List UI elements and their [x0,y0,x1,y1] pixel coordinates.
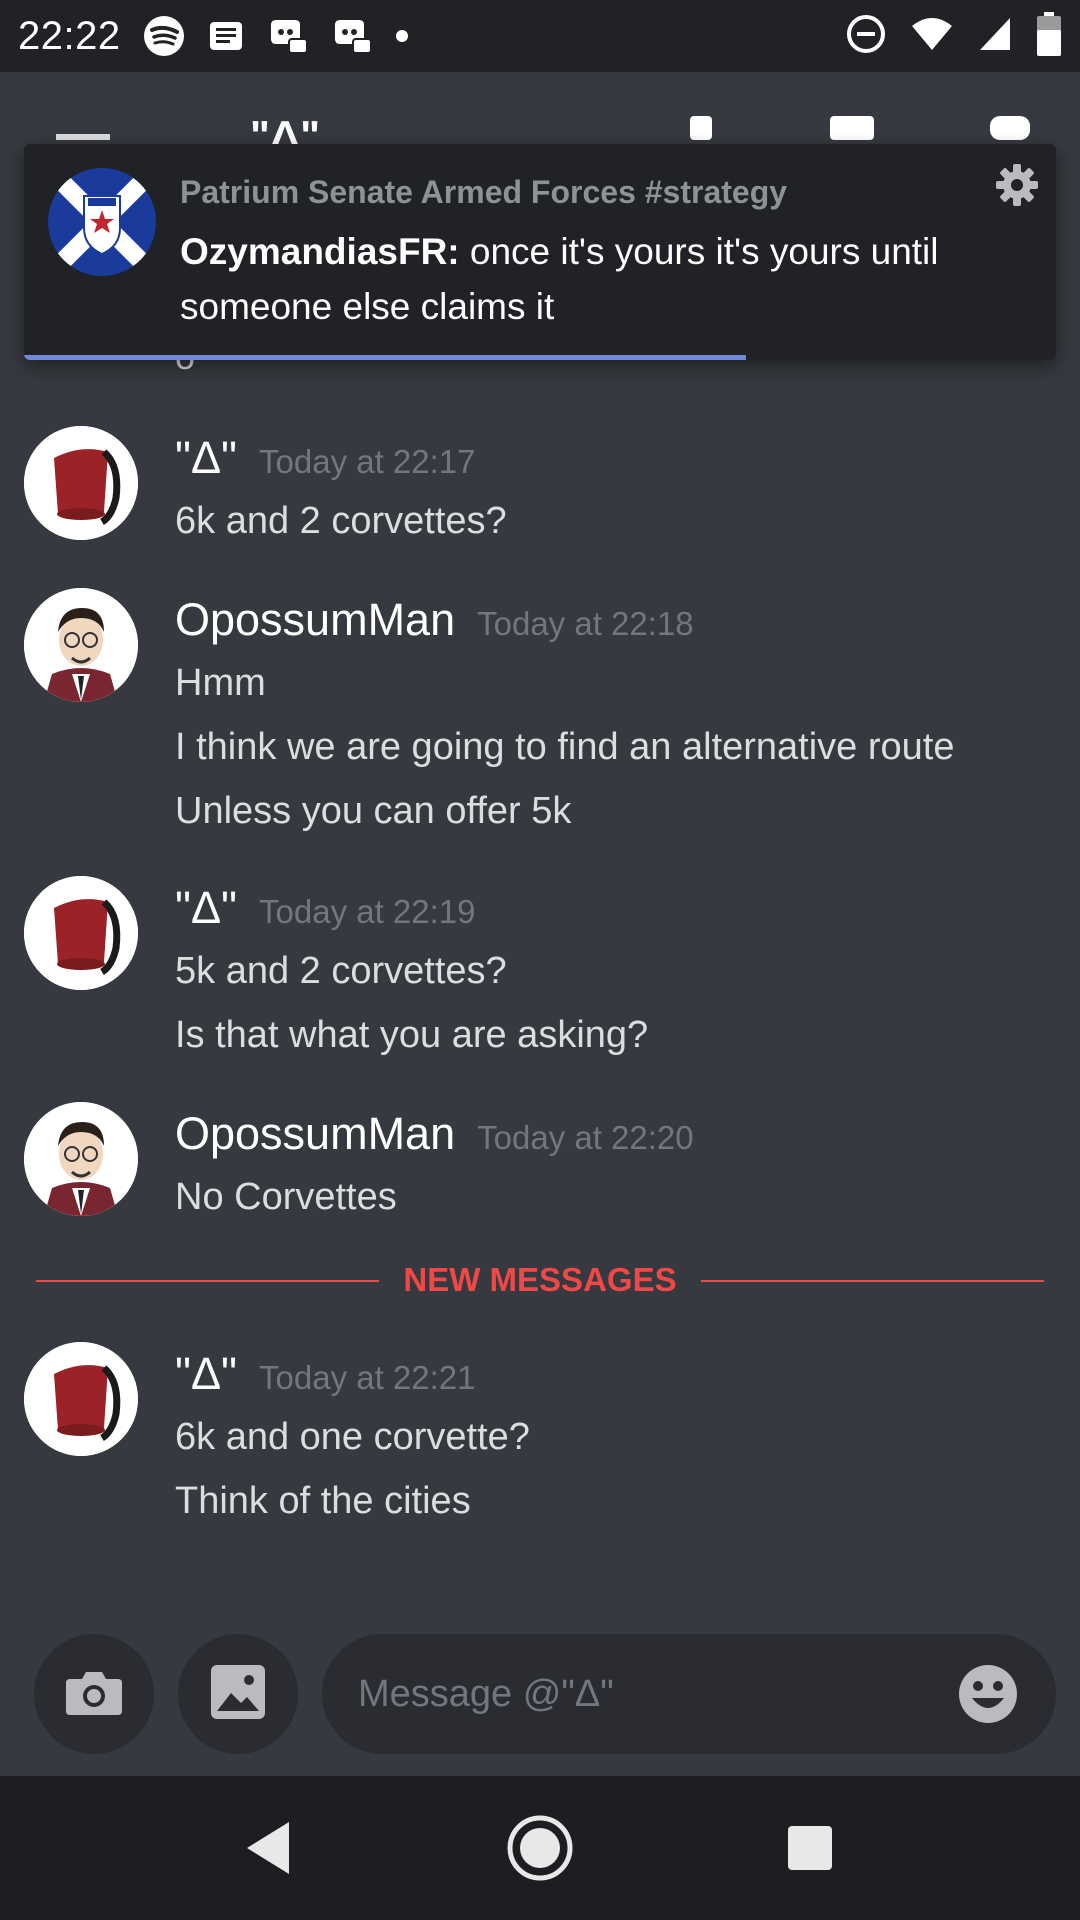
spotify-icon [143,15,185,57]
new-messages-label: NEW MESSAGES [379,1261,701,1298]
message-timestamp: Today at 22:19 [259,893,476,930]
call-icon[interactable] [690,116,712,140]
message-timestamp: Today at 22:17 [259,443,476,480]
avatar-opossumman[interactable] [24,588,138,702]
message-text: 6k and 2 corvettes? [175,500,507,542]
notification-progress-bar [24,355,747,360]
avatar-fez[interactable] [24,876,138,990]
message-author[interactable]: "Δ" [175,1348,237,1400]
message-text: 6k and one corvette? [175,1416,530,1458]
message-author[interactable]: "Δ" [175,882,237,934]
notification-title: Patrium Senate Armed Forces #strategy [180,174,788,210]
message-text: Hmm [175,662,266,704]
camera-button[interactable] [34,1634,154,1754]
camera-icon [64,1667,124,1722]
do-not-disturb-icon [846,14,886,59]
video-call-icon[interactable] [830,116,874,140]
message-text: Unless you can offer 5k [175,790,572,832]
status-time: 22:22 [18,13,121,58]
chat-messages[interactable]: o "Δ" Today at 22:17 6k and 2 corvettes? [0,336,1080,1628]
avatar-fez[interactable] [24,1342,138,1456]
battery-icon [1036,11,1062,61]
message-timestamp: Today at 22:21 [259,1359,476,1396]
message-author[interactable]: "Δ" [175,432,237,484]
system-navigation-bar [0,1776,1080,1920]
status-bar: 22:22 [0,0,1080,72]
members-icon[interactable] [990,116,1030,140]
in-app-notification[interactable]: Patrium Senate Armed Forces #strategy Oz… [24,144,1056,360]
home-button[interactable] [504,1812,576,1884]
wifi-icon [910,16,954,57]
message-input[interactable] [358,1634,938,1754]
gear-icon[interactable] [994,162,1040,213]
message-timestamp: Today at 22:20 [477,1119,694,1156]
dot-icon [395,29,409,43]
message-text: Is that what you are asking? [175,1014,649,1056]
message-field[interactable] [322,1634,1056,1754]
signal-icon [978,16,1012,57]
message-text: 5k and 2 corvettes? [175,950,507,992]
message-author[interactable]: OpossumMan [175,594,455,646]
recents-button[interactable] [774,1812,846,1884]
message-timestamp: Today at 22:18 [477,605,694,642]
image-icon [209,1663,267,1726]
message-text: I think we are going to find an alternat… [175,726,955,768]
message-composer [0,1628,1080,1776]
emoji-icon[interactable] [958,1664,1018,1729]
message-text: No Corvettes [175,1176,397,1218]
notification-author: OzymandiasFR: [180,231,460,272]
avatar-fez[interactable] [24,426,138,540]
message-author[interactable]: OpossumMan [175,1108,455,1160]
server-icon [48,168,156,276]
notification-body: OzymandiasFR: once it's yours it's yours… [180,224,960,334]
avatar-opossumman[interactable] [24,1102,138,1216]
news-icon [207,17,245,55]
new-messages-divider: NEW MESSAGES [36,1256,1044,1304]
back-button[interactable] [232,1812,304,1884]
discord-icon [331,17,373,55]
menu-icon[interactable] [56,134,110,140]
image-button[interactable] [178,1634,298,1754]
message-text: Think of the cities [175,1480,471,1522]
discord-icon [267,17,309,55]
